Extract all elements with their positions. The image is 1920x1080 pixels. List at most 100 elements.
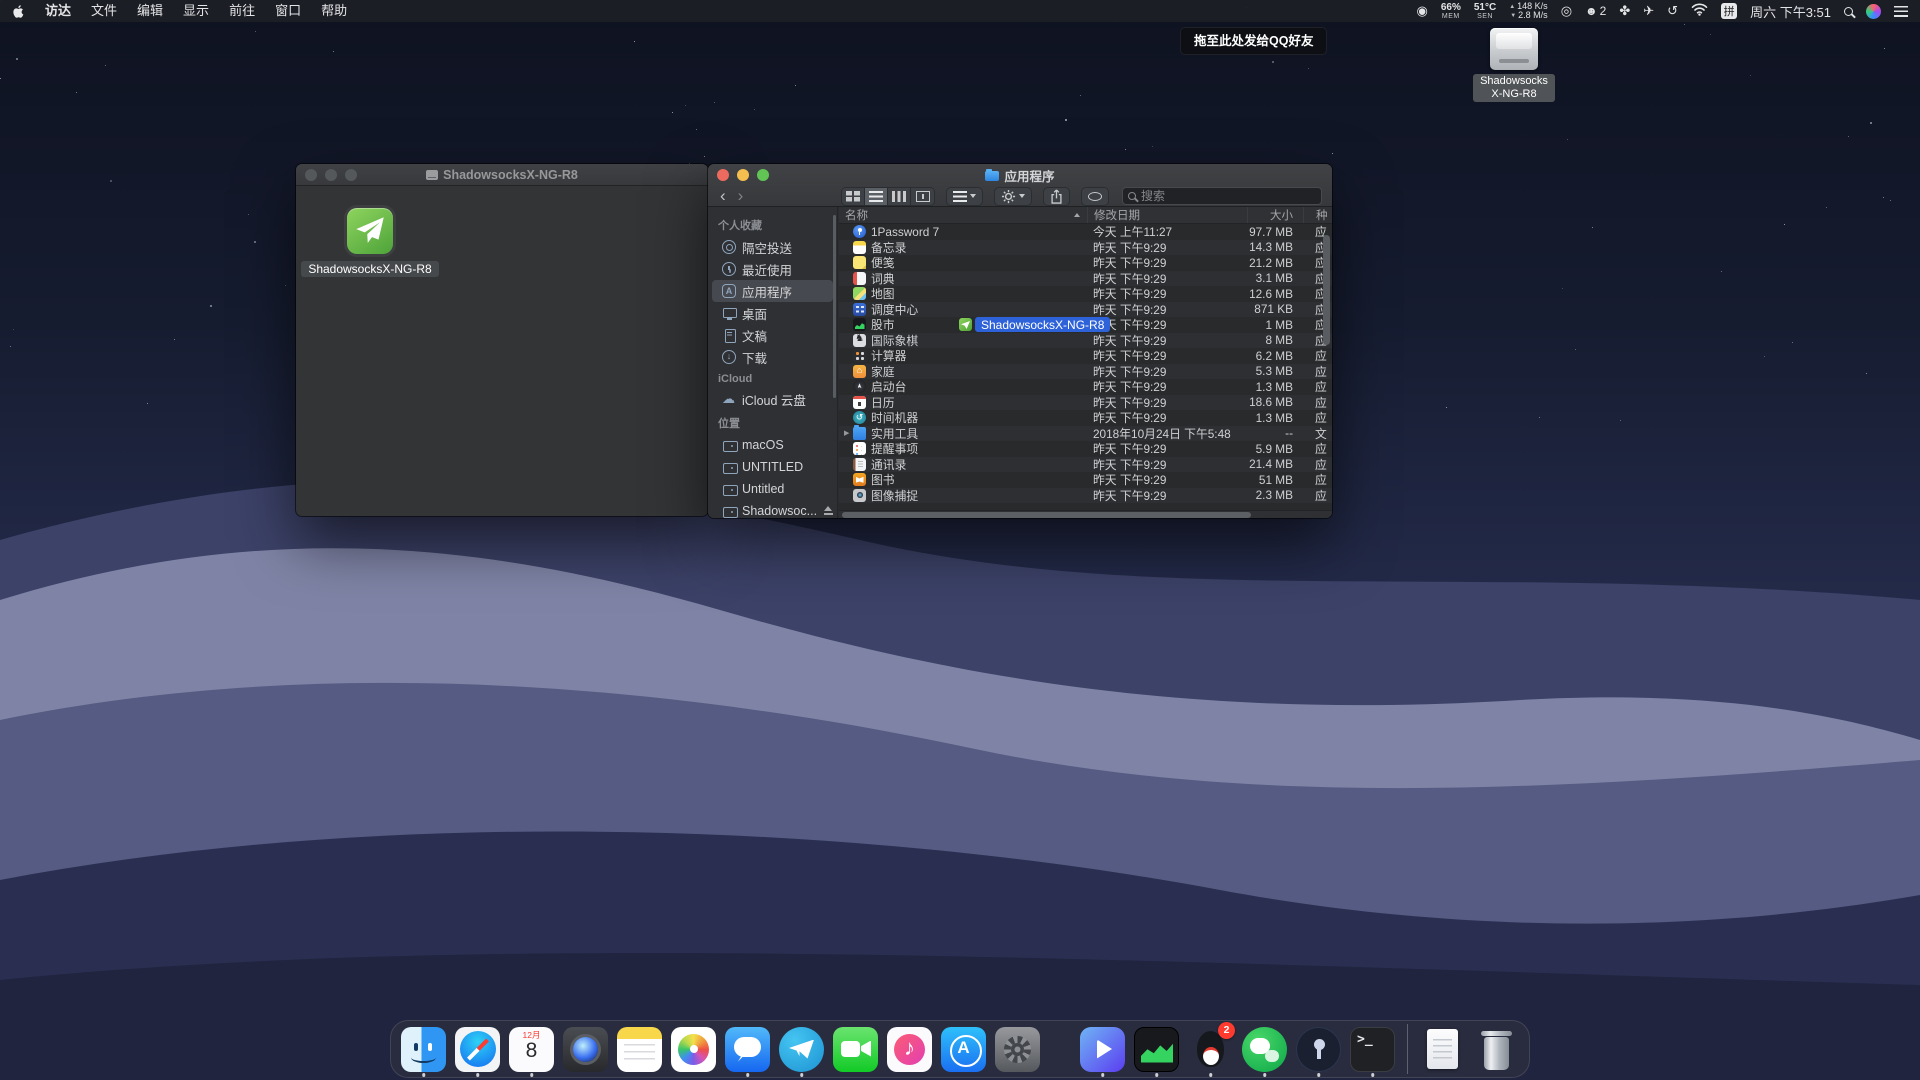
- file-row[interactable]: 1Password 7今天 上午11:2797.7 MB应: [839, 224, 1332, 240]
- file-row[interactable]: 国际象棋昨天 下午9:298 MB应: [839, 333, 1332, 349]
- dock-photobooth[interactable]: [563, 1026, 608, 1073]
- dock-finder[interactable]: [401, 1026, 446, 1073]
- menu-bar-clock[interactable]: 周六 下午3:51: [1750, 2, 1831, 21]
- dock-calendar[interactable]: 12月8: [509, 1026, 554, 1073]
- dock-terminal[interactable]: [1350, 1026, 1395, 1073]
- column-header-name[interactable]: 名称: [839, 207, 1087, 223]
- icon-view-button[interactable]: [842, 188, 865, 205]
- running-indicator-dot: [476, 1073, 480, 1077]
- file-row[interactable]: 词典昨天 下午9:293.1 MB应: [839, 271, 1332, 287]
- file-size: 51 MB: [1247, 473, 1303, 487]
- action-button[interactable]: [994, 187, 1032, 206]
- sidebar-item[interactable]: UNTITLED: [712, 456, 833, 478]
- file-row[interactable]: 备忘录昨天 下午9:2914.3 MB应: [839, 240, 1332, 256]
- file-row[interactable]: 图书昨天 下午9:2951 MB应: [839, 472, 1332, 488]
- file-row[interactable]: 图像捕捉昨天 下午9:292.3 MB应: [839, 488, 1332, 504]
- sidebar-item[interactable]: 最近使用: [712, 258, 833, 280]
- drag-ghost[interactable]: ShadowsocksX-NG-R8: [959, 317, 1110, 332]
- sidebar-scrollbar-thumb[interactable]: [833, 215, 836, 398]
- file-row[interactable]: 计算器昨天 下午9:296.2 MB应: [839, 348, 1332, 364]
- file-row[interactable]: 通讯录昨天 下午9:2921.4 MB应: [839, 457, 1332, 473]
- status-circle-icon[interactable]: ◉: [1417, 0, 1428, 22]
- disclosure-triangle-icon[interactable]: ▶: [844, 429, 853, 437]
- menubar-menu[interactable]: 前往: [219, 3, 265, 18]
- spotlight-icon[interactable]: [1844, 7, 1853, 16]
- notification-center-icon[interactable]: [1894, 6, 1908, 17]
- dock-music[interactable]: [887, 1026, 932, 1073]
- sidebar-item[interactable]: 应用程序: [712, 280, 833, 302]
- list-vertical-scrollbar-thumb[interactable]: [1323, 235, 1330, 345]
- record-icon[interactable]: ◎: [1561, 0, 1572, 22]
- search-field[interactable]: [1122, 187, 1322, 205]
- forward-button[interactable]: ›: [732, 187, 750, 205]
- dock-iina[interactable]: [1080, 1026, 1125, 1073]
- share-button[interactable]: [1043, 187, 1070, 206]
- gallery-view-button[interactable]: [911, 188, 934, 205]
- paw-icon[interactable]: ✤: [1619, 0, 1630, 22]
- sidebar-item[interactable]: 桌面: [712, 302, 833, 324]
- file-row[interactable]: 提醒事项昨天 下午9:295.9 MB应: [839, 441, 1332, 457]
- file-row[interactable]: 地图昨天 下午9:2912.6 MB应: [839, 286, 1332, 302]
- menubar-menu[interactable]: 访达: [35, 3, 81, 18]
- sidebar-item[interactable]: Shadowsoc...: [712, 500, 833, 518]
- sidebar-item[interactable]: Untitled: [712, 478, 833, 500]
- file-kind: 应: [1303, 409, 1332, 426]
- list-horizontal-scrollbar-thumb[interactable]: [842, 512, 1251, 518]
- menubar-menu[interactable]: 帮助: [311, 3, 357, 18]
- sidebar-item[interactable]: macOS: [712, 434, 833, 456]
- network-speed-status[interactable]: ▲148 K/s ▼2.8 M/s: [1509, 2, 1547, 20]
- sidebar-item[interactable]: 隔空投送: [712, 236, 833, 258]
- back-button[interactable]: ‹: [714, 187, 732, 205]
- dock-onepassword[interactable]: [1296, 1026, 1341, 1073]
- column-view-button[interactable]: [888, 188, 911, 205]
- sidebar-item[interactable]: 下载: [712, 346, 833, 368]
- tags-button[interactable]: [1081, 187, 1109, 206]
- apple-menu[interactable]: [12, 4, 25, 19]
- menubar-menu[interactable]: 编辑: [127, 3, 173, 18]
- file-row[interactable]: 启动台昨天 下午9:291.3 MB应: [839, 379, 1332, 395]
- file-row[interactable]: ▶实用工具2018年10月24日 下午5:48--文: [839, 426, 1332, 442]
- running-indicator-dot: [1371, 1073, 1375, 1077]
- dock-notes[interactable]: [617, 1026, 662, 1073]
- dmg-app-item[interactable]: ShadowsocksX-NG-R8: [318, 208, 422, 277]
- dock-istat[interactable]: [1134, 1026, 1179, 1073]
- dock-telegram[interactable]: [779, 1026, 824, 1073]
- input-method-icon[interactable]: 拼: [1721, 3, 1737, 19]
- memory-status[interactable]: 66% MEM: [1441, 3, 1461, 20]
- qq-menu-icon[interactable]: ☻ 2: [1585, 4, 1606, 18]
- menubar-menu[interactable]: 显示: [173, 3, 219, 18]
- dock-safari[interactable]: [455, 1026, 500, 1073]
- chevron-down-icon: [970, 194, 976, 198]
- temperature-status[interactable]: 51°C SEN: [1474, 3, 1496, 20]
- group-button[interactable]: [946, 187, 983, 206]
- column-header-kind[interactable]: 种: [1303, 207, 1332, 223]
- file-row[interactable]: 调度中心昨天 下午9:29871 KB应: [839, 302, 1332, 318]
- column-header-date[interactable]: 修改日期: [1087, 207, 1247, 223]
- column-header-size[interactable]: 大小: [1247, 207, 1303, 223]
- siri-icon[interactable]: [1866, 4, 1881, 19]
- wifi-icon[interactable]: [1691, 3, 1708, 19]
- file-row[interactable]: 日历昨天 下午9:2918.6 MB应: [839, 395, 1332, 411]
- time-machine-icon[interactable]: ↺: [1667, 0, 1678, 22]
- file-row[interactable]: 家庭昨天 下午9:295.3 MB应: [839, 364, 1332, 380]
- file-row[interactable]: 便笺昨天 下午9:2921.2 MB应: [839, 255, 1332, 271]
- menubar-menu[interactable]: 文件: [81, 3, 127, 18]
- file-row[interactable]: 时间机器昨天 下午9:291.3 MB应: [839, 410, 1332, 426]
- plane-icon[interactable]: ✈: [1643, 0, 1654, 22]
- dock-wechat[interactable]: [1242, 1026, 1287, 1073]
- sidebar-item[interactable]: 文稿: [712, 324, 833, 346]
- list-view-button[interactable]: [865, 188, 888, 205]
- dock-facetime[interactable]: [833, 1026, 878, 1073]
- menubar-menu[interactable]: 窗口: [265, 3, 311, 18]
- search-input[interactable]: [1141, 189, 1301, 203]
- dock-qq[interactable]: 2: [1188, 1026, 1233, 1073]
- dock-settings[interactable]: [995, 1026, 1040, 1073]
- dock-photos[interactable]: [671, 1026, 716, 1073]
- dock-trash[interactable]: [1474, 1026, 1519, 1073]
- desktop-dmg-icon[interactable]: ShadowsocksX-NG-R8: [1466, 28, 1562, 102]
- eject-icon[interactable]: [823, 506, 834, 516]
- dock-documents[interactable]: [1420, 1026, 1465, 1073]
- sidebar-item[interactable]: iCloud 云盘: [712, 388, 833, 410]
- dock-messages[interactable]: [725, 1026, 770, 1073]
- dock-appstore[interactable]: [941, 1026, 986, 1073]
